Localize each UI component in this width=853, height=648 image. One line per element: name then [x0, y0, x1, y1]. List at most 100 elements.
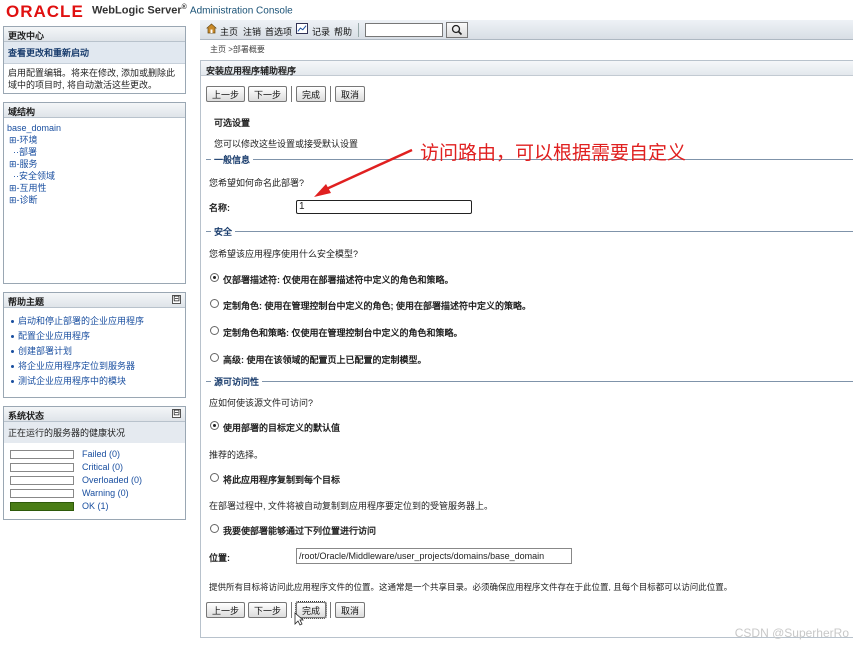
system-status-label: 系统状态	[8, 411, 45, 421]
name-label: 名称:	[209, 203, 230, 213]
source-option-label: 我要使部署能够通过下列位置进行访问	[223, 526, 377, 536]
product-name: WebLogic Server® Administration Console	[92, 4, 293, 17]
health-row-failed: Failed (0)	[10, 448, 185, 461]
domain-structure-title: 域结构	[4, 103, 185, 118]
health-bar	[10, 476, 74, 485]
tree-root-base-domain[interactable]: base_domain	[7, 122, 182, 134]
button-separator	[291, 602, 293, 618]
tree-item-deployments[interactable]: ··部署	[7, 146, 182, 158]
button-separator	[291, 86, 293, 102]
tree-item-services[interactable]: ⊞-服务	[7, 158, 182, 170]
source-question: 应如何使该源文件可访问?	[209, 398, 314, 408]
source-option-note: 在部署过程中, 文件将被自动复制到应用程序要定位到的受管服务器上。	[209, 501, 494, 511]
tree-item-environment[interactable]: ⊞-环境	[7, 134, 182, 146]
source-option-label: 将此应用程序复制到每个目标	[223, 475, 341, 485]
health-label[interactable]: Failed (0)	[82, 449, 120, 459]
source-legend: 源可访问性	[211, 375, 263, 388]
change-center-body: 启用配置编辑。将来在修改, 添加或删除此域中的项目时, 将自动激活这些更改。	[8, 68, 176, 90]
health-bar-ok	[10, 502, 74, 511]
cancel-button[interactable]: 取消	[335, 86, 366, 102]
health-label[interactable]: Warning (0)	[82, 488, 129, 498]
health-bar	[10, 450, 74, 459]
help-topics-list: 启动和停止部署的企业应用程序 配置企业应用程序 创建部署计划 将企业应用程序定位…	[4, 308, 185, 395]
health-row-warning: Warning (0)	[10, 487, 185, 500]
finish-button[interactable]: 完成	[296, 86, 327, 102]
back-button[interactable]: 上一步	[206, 86, 246, 102]
source-option-label: 使用部署的目标定义的默认值	[223, 423, 341, 433]
change-center-panel: 更改中心 查看更改和重新启动 启用配置编辑。将来在修改, 添加或删除此域中的项目…	[3, 26, 186, 94]
collapse-icon[interactable]: ⊟	[172, 409, 181, 418]
health-bar	[10, 489, 74, 498]
security-radio-custom-roles-policies[interactable]	[210, 326, 219, 335]
security-option-label: 仅部署描述符: 仅使用在部署描述符中定义的角色和策略。	[223, 275, 454, 285]
product-title: WebLogic Server	[92, 4, 182, 17]
help-link[interactable]: 配置企业应用程序	[8, 329, 181, 344]
collapse-icon[interactable]: ⊟	[172, 295, 181, 304]
search-button[interactable]	[446, 22, 468, 38]
tree-item-interoperability[interactable]: ⊞-互用性	[7, 182, 182, 194]
app-header: ORACLE WebLogic Server® Administration C…	[0, 0, 853, 21]
domain-structure-panel: 域结构 base_domain ⊞-环境 ··部署 ⊞-服务 ··安全领域 ⊞-…	[3, 102, 186, 284]
help-link[interactable]: 创建部署计划	[8, 344, 181, 359]
home-icon[interactable]	[206, 23, 217, 34]
security-radio-custom-roles[interactable]	[210, 299, 219, 308]
search-input[interactable]	[365, 23, 443, 37]
mouse-cursor-icon	[294, 612, 304, 626]
next-button[interactable]: 下一步	[248, 86, 288, 102]
security-legend: 安全	[211, 225, 236, 238]
source-divider	[206, 381, 853, 382]
watermark: CSDN @SuperherRo	[734, 626, 849, 640]
source-radio-default[interactable]	[210, 421, 219, 430]
nav-logout[interactable]: 注销	[243, 25, 261, 38]
security-radio-advanced[interactable]	[210, 353, 219, 362]
console-title: Administration Console	[189, 5, 293, 17]
nav-record[interactable]: 记录	[312, 25, 330, 38]
bottom-button-row: 上一步 下一步 完成 取消	[206, 601, 366, 619]
optional-settings-title: 可选设置	[214, 118, 251, 128]
security-radio-dd-only[interactable]	[210, 273, 219, 282]
source-radio-copy[interactable]	[210, 473, 219, 482]
help-topics-panel: 帮助主题 ⊟ 启动和停止部署的企业应用程序 配置企业应用程序 创建部署计划 将企…	[3, 292, 186, 398]
source-radio-location[interactable]	[210, 524, 219, 533]
location-label: 位置:	[209, 553, 230, 563]
name-input[interactable]: 1	[296, 200, 472, 214]
source-option-note: 推荐的选择。	[209, 450, 264, 460]
breadcrumb[interactable]: 主页 >部署概要	[210, 44, 265, 55]
name-question: 您希望如何命名此部署?	[209, 178, 305, 188]
health-label[interactable]: Overloaded (0)	[82, 475, 142, 485]
tree-item-security-realms[interactable]: ··安全领域	[7, 170, 182, 182]
health-label[interactable]: OK (1)	[82, 501, 109, 511]
location-input[interactable]: /root/Oracle/Middleware/user_projects/do…	[296, 548, 572, 564]
cancel-button[interactable]: 取消	[335, 602, 366, 618]
button-separator	[330, 602, 332, 618]
health-row-overloaded: Overloaded (0)	[10, 474, 185, 487]
nav-help[interactable]: 帮助	[334, 25, 352, 38]
security-question: 您希望该应用程序使用什么安全模型?	[209, 249, 359, 259]
next-button[interactable]: 下一步	[248, 602, 288, 618]
oracle-logo: ORACLE	[6, 2, 84, 21]
domain-tree: base_domain ⊞-环境 ··部署 ⊞-服务 ··安全领域 ⊞-互用性 …	[4, 118, 185, 210]
optional-settings-desc: 您可以修改这些设置或接受默认设置	[214, 139, 359, 149]
help-link[interactable]: 启动和停止部署的企业应用程序	[8, 314, 181, 329]
top-button-row: 上一步 下一步 完成 取消	[206, 86, 366, 102]
nav-preferences[interactable]: 首选项	[265, 25, 292, 38]
back-button[interactable]: 上一步	[206, 602, 246, 618]
security-option-label: 高级: 使用在该领域的配置页上已配置的定制模型。	[223, 355, 427, 365]
nav-separator	[358, 23, 359, 37]
top-navbar: 主页 注销 首选项 记录 帮助	[200, 20, 853, 40]
change-center-title: 更改中心	[4, 27, 185, 42]
security-option-label: 定制角色: 使用在管理控制台中定义的角色; 使用在部署描述符中定义的策略。	[223, 301, 531, 311]
general-legend: 一般信息	[211, 153, 254, 166]
health-bar	[10, 463, 74, 472]
record-chart-icon[interactable]	[296, 23, 308, 34]
tree-item-diagnostics[interactable]: ⊞-诊断	[7, 194, 182, 206]
system-status-title: 系统状态 ⊟	[4, 407, 185, 422]
annotation-text: 访问路由，可以根据需要自定义	[420, 142, 687, 164]
health-list: Failed (0) Critical (0) Overloaded (0) W…	[4, 443, 185, 513]
help-link[interactable]: 将企业应用程序定位到服务器	[8, 359, 181, 374]
help-link[interactable]: 测试企业应用程序中的模块	[8, 374, 181, 389]
security-option-label: 定制角色和策略: 仅使用在管理控制台中定义的角色和策略。	[223, 328, 463, 338]
nav-home[interactable]: 主页	[220, 25, 238, 38]
health-label[interactable]: Critical (0)	[82, 462, 123, 472]
view-changes-link[interactable]: 查看更改和重新启动	[4, 42, 185, 64]
